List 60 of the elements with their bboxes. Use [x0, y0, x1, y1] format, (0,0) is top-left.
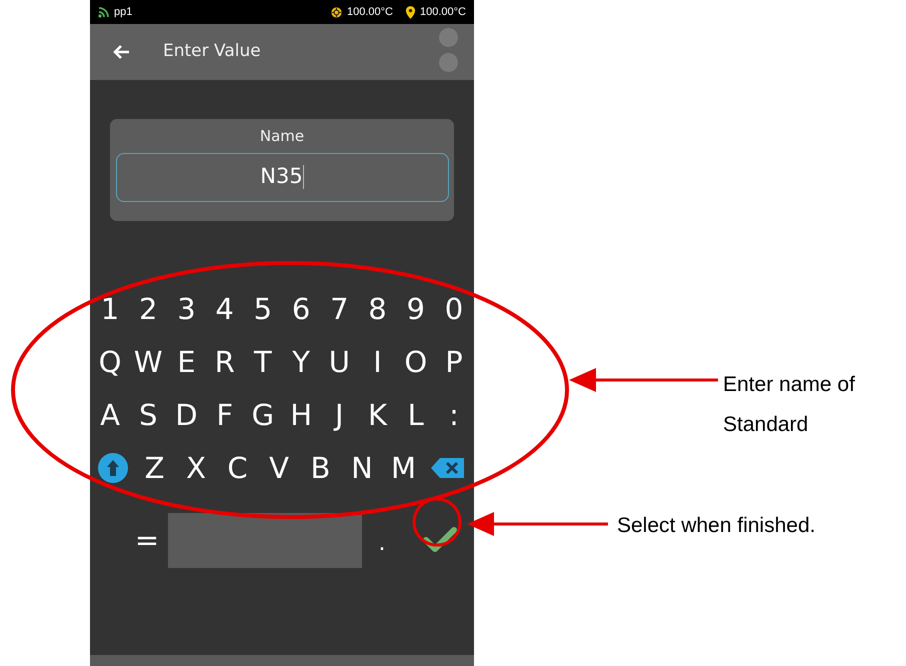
backspace-key[interactable] — [430, 457, 466, 479]
keyboard-key[interactable]: B — [306, 454, 336, 482]
keyboard-key[interactable]: M — [388, 454, 418, 482]
temperature-reading: 100.00°C — [347, 4, 393, 20]
keyboard-key[interactable]: 1 — [95, 294, 125, 324]
keyboard-key[interactable]: H — [286, 400, 316, 430]
keyboard-key[interactable]: F — [210, 400, 240, 430]
keyboard-key[interactable]: 6 — [286, 294, 316, 324]
keyboard-key[interactable]: 8 — [362, 294, 393, 324]
text-cursor — [302, 165, 304, 189]
keyboard-key[interactable]: O — [400, 348, 431, 376]
keyboard-key[interactable]: 7 — [324, 294, 354, 324]
keyboard-key[interactable]: U — [324, 348, 354, 376]
keyboard-key[interactable]: Z — [140, 454, 170, 482]
keyboard-key[interactable]: 4 — [210, 294, 240, 324]
annotation-text: Enter name of Standard — [723, 372, 856, 438]
keyboard-key[interactable]: I — [362, 348, 393, 376]
keyboard-key[interactable]: G — [248, 400, 278, 430]
shift-key[interactable] — [98, 453, 128, 483]
keyboard-key[interactable]: K — [362, 400, 393, 430]
arrow-up-icon — [106, 459, 120, 477]
input-field[interactable] — [168, 512, 362, 568]
keyboard-key[interactable]: X — [181, 454, 211, 482]
keyboard-key[interactable]: P — [438, 348, 469, 376]
keyboard-key[interactable]: Q — [95, 348, 125, 376]
keyboard-key[interactable]: 5 — [248, 294, 278, 324]
decimal-key[interactable]: . — [370, 525, 394, 555]
keyboard-key[interactable]: 2 — [133, 294, 164, 324]
back-arrow-icon — [112, 44, 130, 60]
checkmark-icon — [423, 527, 457, 553]
keyboard-key[interactable]: R — [210, 348, 240, 376]
highlight-circle — [412, 498, 462, 546]
keyboard-key[interactable]: J — [324, 400, 354, 430]
keyboard-key[interactable]: V — [264, 454, 294, 482]
name-field[interactable]: N35 — [116, 152, 448, 202]
keyboard-key[interactable]: Y — [286, 348, 316, 376]
keyboard-key[interactable]: T — [248, 348, 278, 376]
annotation-text: Select when finished. — [617, 513, 816, 539]
keyboard-key[interactable]: A — [95, 400, 125, 430]
page-title: Enter Value — [163, 40, 261, 64]
keyboard-key[interactable]: : — [438, 400, 469, 430]
keyboard-key[interactable]: W — [133, 348, 164, 376]
keyboard-key[interactable]: 0 — [438, 294, 469, 324]
keyboard-key[interactable]: 9 — [400, 294, 431, 324]
temperature-reading: 100.00°C — [420, 4, 466, 20]
keyboard-key[interactable]: N — [347, 454, 377, 482]
keyboard-key[interactable]: E — [171, 348, 202, 376]
signal-icon — [98, 6, 110, 18]
keyboard-key[interactable]: 3 — [171, 294, 202, 324]
keyboard-key[interactable]: L — [400, 400, 431, 430]
equals-key[interactable]: = — [132, 526, 162, 554]
field-value: N35 — [260, 163, 303, 190]
network-name: pp1 — [114, 4, 132, 20]
keyboard-key[interactable]: D — [171, 400, 202, 430]
crosshair-icon — [330, 6, 343, 18]
keyboard-key[interactable]: C — [222, 454, 252, 482]
backspace-icon — [430, 457, 466, 479]
location-pin-icon — [405, 6, 416, 18]
field-label: Name — [260, 126, 304, 147]
keyboard-key[interactable]: S — [133, 400, 164, 430]
